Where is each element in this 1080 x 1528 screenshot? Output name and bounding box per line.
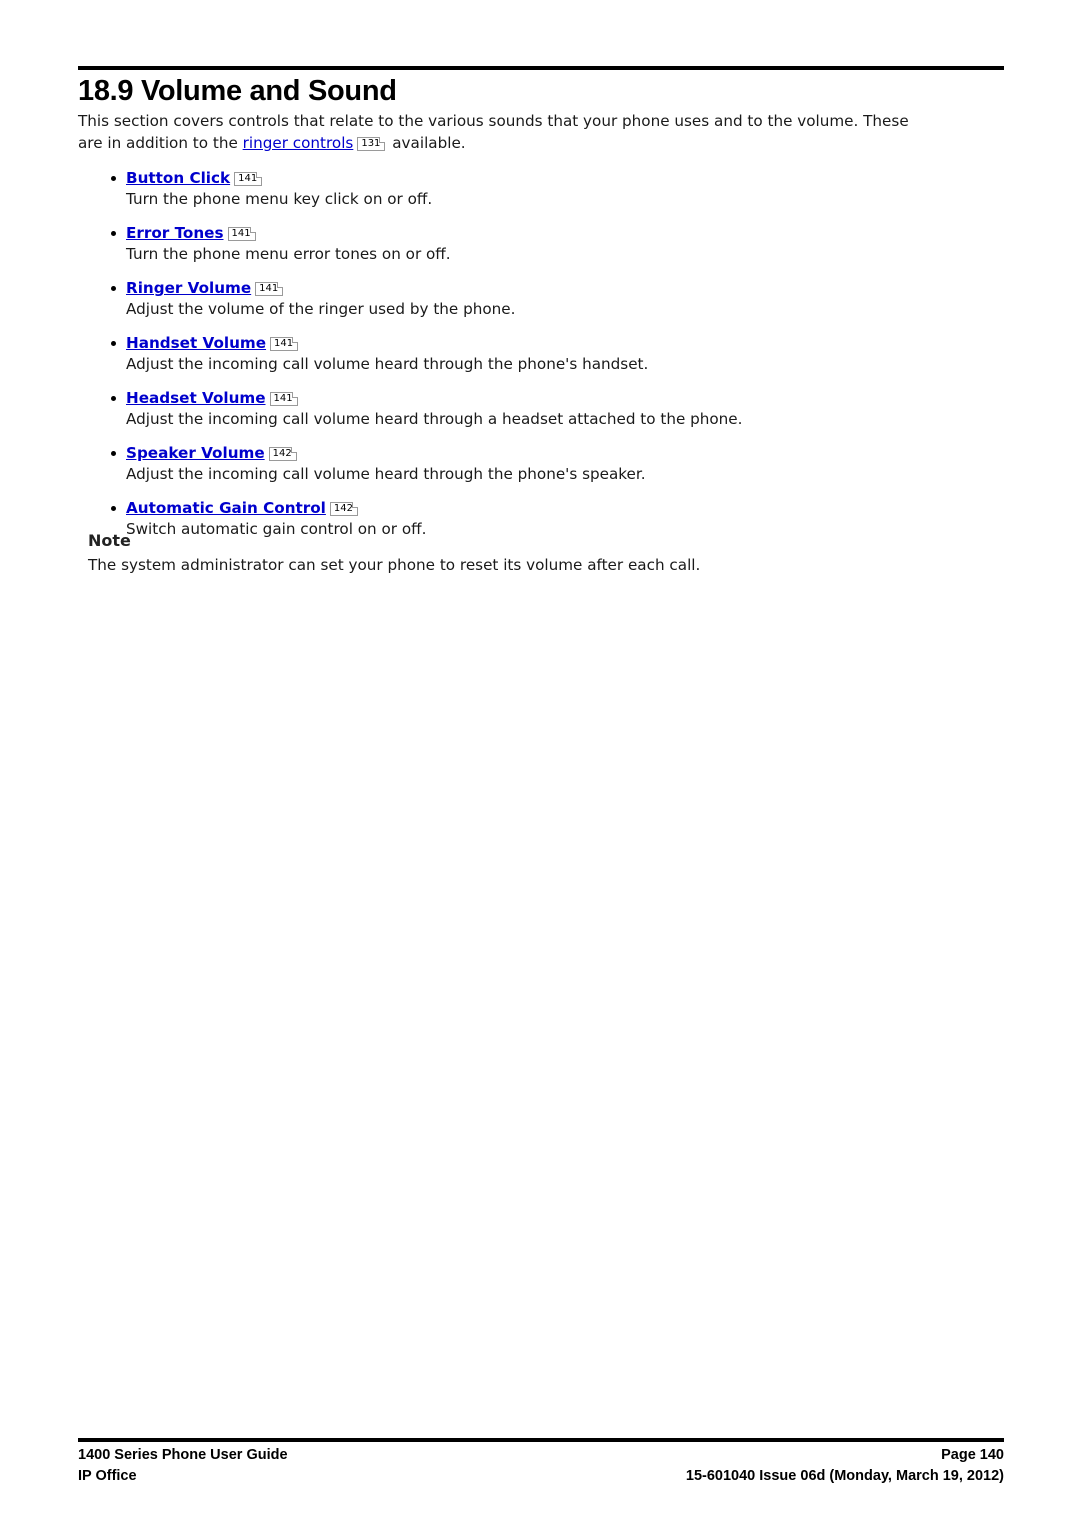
link-automatic-gain-control[interactable]: Automatic Gain Control	[126, 499, 326, 517]
note-text: The system administrator can set your ph…	[88, 556, 701, 574]
page-reference-badge[interactable]: 141	[270, 337, 299, 351]
main-content: This section covers controls that relate…	[78, 110, 938, 553]
page-reference-badge[interactable]: 142	[329, 502, 358, 516]
list-item-description: Adjust the incoming call volume heard th…	[126, 465, 646, 483]
list-item-title-row: Ringer Volume 141	[126, 278, 938, 298]
intro-text-part2: available.	[387, 134, 466, 152]
note-title: Note	[88, 531, 131, 550]
list-item: Speaker Volume 142 Adjust the incoming ca…	[78, 443, 938, 485]
list-item: Error Tones 141 Turn the phone menu error…	[78, 223, 938, 265]
list-item-description: Turn the phone menu key click on or off.	[126, 190, 433, 208]
header-divider-rule	[78, 66, 1004, 70]
note-section: Note The system administrator can set yo…	[88, 530, 948, 576]
list-item-description: Turn the phone menu error tones on or of…	[126, 245, 451, 263]
list-item-title-row: Speaker Volume 142	[126, 443, 938, 463]
link-button-click[interactable]: Button Click	[126, 169, 230, 187]
link-speaker-volume[interactable]: Speaker Volume	[126, 444, 265, 462]
feature-list: Button Click 141 Turn the phone menu key …	[78, 168, 938, 540]
link-handset-volume[interactable]: Handset Volume	[126, 334, 266, 352]
link-ringer-controls[interactable]: ringer controls	[243, 134, 354, 152]
list-item-title-row: Handset Volume 141	[126, 333, 938, 353]
list-item-title-row: Headset Volume 141	[126, 388, 938, 408]
footer-row-bottom: IP Office 15-601040 Issue 06d (Monday, M…	[78, 1466, 1004, 1487]
list-item-title-row: Button Click 141	[126, 168, 938, 188]
link-ringer-volume[interactable]: Ringer Volume	[126, 279, 251, 297]
page-reference-badge[interactable]: 131	[357, 137, 386, 151]
list-item: Button Click 141 Turn the phone menu key …	[78, 168, 938, 210]
list-item-title-row: Automatic Gain Control 142	[126, 498, 938, 518]
page-reference-badge[interactable]: 141	[269, 392, 298, 406]
list-item: Handset Volume 141 Adjust the incoming ca…	[78, 333, 938, 375]
list-item-description: Adjust the incoming call volume heard th…	[126, 410, 743, 428]
footer-page-number: Page 140	[941, 1447, 1004, 1463]
intro-text-part1: This section covers controls that relate…	[78, 112, 909, 152]
page-reference-badge[interactable]: 141	[234, 172, 263, 186]
page-reference-badge[interactable]: 141	[227, 227, 256, 241]
footer-divider-rule	[78, 1438, 1004, 1442]
list-item-description: Adjust the incoming call volume heard th…	[126, 355, 649, 373]
document-page: 18.9 Volume and Sound This section cover…	[0, 0, 1080, 1528]
link-error-tones[interactable]: Error Tones	[126, 224, 224, 242]
footer-guide-title: 1400 Series Phone User Guide	[78, 1447, 288, 1463]
page-reference-badge[interactable]: 142	[268, 447, 297, 461]
list-item-title-row: Error Tones 141	[126, 223, 938, 243]
list-item: Ringer Volume 141 Adjust the volume of th…	[78, 278, 938, 320]
list-item-description: Adjust the volume of the ringer used by …	[126, 300, 516, 318]
intro-paragraph: This section covers controls that relate…	[78, 110, 938, 154]
footer-issue-info: 15-601040 Issue 06d (Monday, March 19, 2…	[685, 1468, 1004, 1484]
page-title: 18.9 Volume and Sound	[78, 75, 397, 107]
list-item: Headset Volume 141 Adjust the incoming ca…	[78, 388, 938, 430]
page-footer: 1400 Series Phone User Guide Page 140 IP…	[78, 1445, 1004, 1487]
page-reference-badge[interactable]: 141	[255, 282, 284, 296]
link-headset-volume[interactable]: Headset Volume	[126, 389, 266, 407]
footer-product-name: IP Office	[78, 1468, 137, 1484]
footer-row-top: 1400 Series Phone User Guide Page 140	[78, 1445, 1004, 1466]
